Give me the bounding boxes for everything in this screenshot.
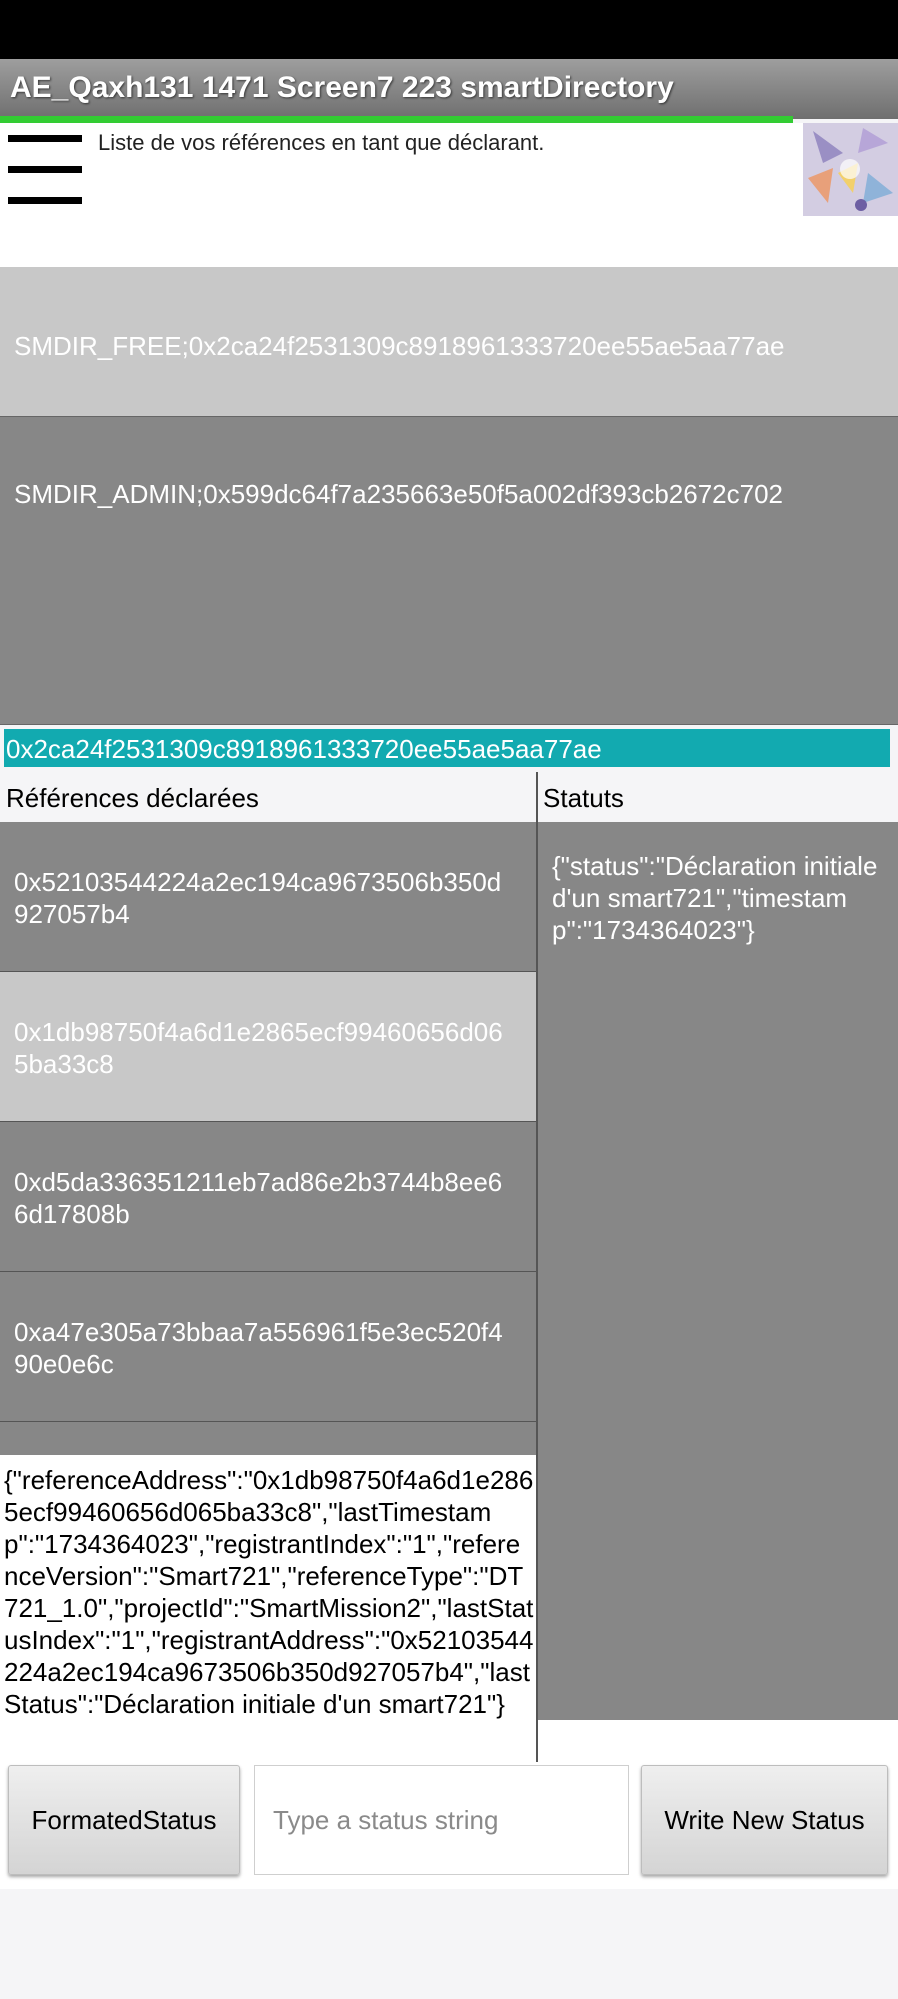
declared-reference-address: 0xa47e305a73bbaa7a556961f5e3ec520f490e0e…: [14, 1317, 503, 1379]
write-new-status-button[interactable]: Write New Status: [641, 1765, 888, 1875]
reference-row-label: SMDIR_ADMIN;0x599dc64f7a235663e50f5a002d…: [14, 479, 784, 509]
loading-progress-bar: [0, 116, 793, 123]
status-column-header: Statuts: [543, 783, 624, 813]
header-caption: Liste de vos références en tant que décl…: [98, 130, 545, 155]
declared-list-filler: [0, 1422, 536, 1455]
selected-address-banner: 0x2ca24f2531309c8918961333720ee55ae5aa77…: [4, 729, 890, 767]
declared-reference-item[interactable]: 0xd5da336351211eb7ad86e2b3744b8ee66d1780…: [0, 1122, 536, 1272]
reference-row-admin[interactable]: SMDIR_ADMIN;0x599dc64f7a235663e50f5a002d…: [0, 417, 898, 725]
declared-reference-item-selected[interactable]: 0x1db98750f4a6d1e2865ecf99460656d065ba33…: [0, 972, 536, 1122]
declared-reference-address: 0x52103544224a2ec194ca9673506b350d927057…: [14, 867, 502, 929]
hamburger-menu-icon[interactable]: [8, 135, 82, 205]
column-divider: [536, 772, 538, 1762]
declared-reference-address: 0x1db98750f4a6d1e2865ecf99460656d065ba33…: [14, 1017, 503, 1079]
status-list-panel[interactable]: [538, 822, 898, 1720]
status-string-input[interactable]: [254, 1765, 629, 1875]
app-title: AE_Qaxh131 1471 Screen7 223 smartDirecto…: [10, 71, 674, 104]
declared-references-header: Références déclarées: [6, 783, 259, 813]
reference-row-label: SMDIR_FREE;0x2ca24f2531309c8918961333720…: [14, 331, 785, 361]
app-logo-image: [803, 123, 898, 216]
formatted-status-button[interactable]: FormatedStatus: [8, 1765, 240, 1875]
declared-reference-item[interactable]: 0x52103544224a2ec194ca9673506b350d927057…: [0, 822, 536, 972]
system-status-bar: [0, 0, 898, 59]
status-entry[interactable]: {"status":"Déclaration initiale d'un sma…: [552, 850, 892, 946]
declared-reference-item[interactable]: 0xa47e305a73bbaa7a556961f5e3ec520f490e0e…: [0, 1272, 536, 1422]
declared-reference-address: 0xd5da336351211eb7ad86e2b3744b8ee66d1780…: [14, 1167, 503, 1229]
reference-row-free[interactable]: SMDIR_FREE;0x2ca24f2531309c8918961333720…: [0, 267, 898, 417]
app-title-bar: AE_Qaxh131 1471 Screen7 223 smartDirecto…: [0, 59, 898, 119]
reference-details-json: {"referenceAddress":"0x1db98750f4a6d1e28…: [4, 1465, 534, 1719]
